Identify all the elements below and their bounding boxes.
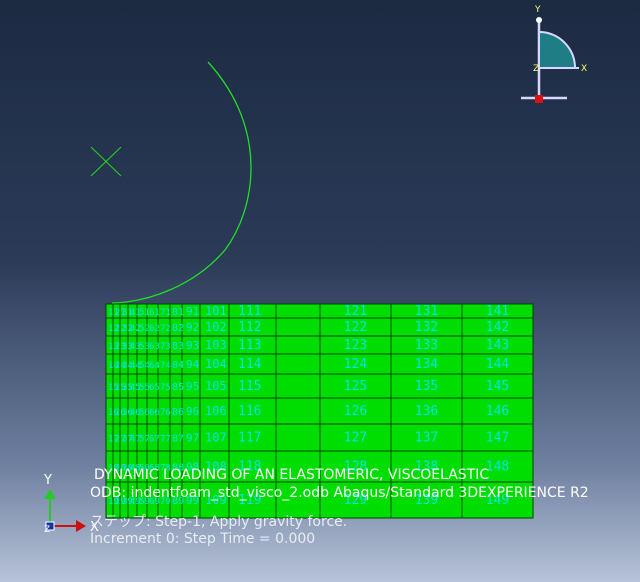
mesh-node-label: 61 xyxy=(149,308,160,318)
mesh-node-label: 74 xyxy=(160,361,171,371)
triad-x-arrow-icon xyxy=(76,520,86,532)
mesh-node-label: 136 xyxy=(415,404,438,419)
odb-info: ODB: indentfoam_std_visco_2.odb Abaqus/S… xyxy=(90,485,589,501)
view-triad-z-label: Z xyxy=(533,64,539,74)
mesh-node-label: 84 xyxy=(172,360,184,371)
view-triad-y-tip xyxy=(536,17,542,23)
mesh-node-label: 91 xyxy=(186,305,199,318)
view-triad-quadrant-icon xyxy=(538,30,577,69)
mesh-node-label: 94 xyxy=(186,358,200,371)
mesh-node-label: 133 xyxy=(415,338,438,353)
mesh-node-label: 121 xyxy=(344,304,367,319)
mesh-node-label: 145 xyxy=(486,379,509,394)
step-info: ステップ: Step-1, Apply gravity force. xyxy=(90,514,348,530)
mesh-node-label: 144 xyxy=(486,357,510,372)
mesh-node-label: 66 xyxy=(149,408,160,418)
mesh-node-label: 112 xyxy=(238,320,261,335)
mesh-node-label: 124 xyxy=(344,357,368,372)
mesh-node-label: 134 xyxy=(415,357,439,372)
mesh-node-label: 92 xyxy=(186,321,199,334)
mesh-node-label: 127 xyxy=(344,431,367,446)
mesh-node-label: 105 xyxy=(205,379,227,393)
indenter-arc xyxy=(111,61,252,304)
mesh-node-label: 76 xyxy=(160,408,171,418)
mesh-node-label: 142 xyxy=(486,320,509,335)
mesh-node-label: 86 xyxy=(172,407,184,418)
mesh-node-label: 141 xyxy=(486,304,509,319)
mesh-node-label: 125 xyxy=(344,379,367,394)
mesh-node-label: 96 xyxy=(186,405,199,418)
mesh-node-label: 106 xyxy=(205,404,227,418)
mesh-node-label: 114 xyxy=(238,357,262,372)
mesh-node-label: 146 xyxy=(486,404,509,419)
mesh-node-label: 63 xyxy=(149,342,160,352)
view-triad-origin-icon xyxy=(535,95,543,103)
mesh-node-label: 77 xyxy=(160,435,171,445)
mesh-node-label: 75 xyxy=(160,383,171,393)
mesh-node-label: 135 xyxy=(415,379,438,394)
triad-y-label: Y xyxy=(43,473,52,488)
mesh-node-label: 137 xyxy=(415,431,438,446)
increment-info: Increment 0: Step Time = 0.000 xyxy=(90,531,316,547)
mesh-node-label: 82 xyxy=(172,323,184,334)
view-triad-x-label: X xyxy=(581,64,587,74)
view-orientation-triad[interactable]: Y X Z xyxy=(521,5,587,103)
mesh-node-label: 104 xyxy=(205,357,227,371)
mesh-node-label: 116 xyxy=(238,404,261,419)
mesh-node-label: 87 xyxy=(172,434,184,445)
mesh-node-label: 81 xyxy=(172,307,184,318)
mesh-node-label: 131 xyxy=(415,304,438,319)
mesh-node-label: 62 xyxy=(149,324,160,334)
mesh-node-label: 95 xyxy=(186,380,199,393)
triad-z-label: Z xyxy=(44,525,50,535)
mesh-node-label: 115 xyxy=(238,379,261,394)
model-title: DYNAMIC LOADING OF AN ELASTOMERIC, VISCO… xyxy=(94,467,490,483)
mesh-node-label: 113 xyxy=(238,338,261,353)
mesh-node-label: 72 xyxy=(160,324,171,334)
mesh-node-label: 103 xyxy=(205,338,227,352)
mesh-node-label: 107 xyxy=(205,431,227,445)
mesh-node-label: 143 xyxy=(486,338,509,353)
mesh-node-label: 123 xyxy=(344,338,367,353)
mesh-node-label: 65 xyxy=(149,383,160,393)
mesh-node-label: 67 xyxy=(149,435,160,445)
mesh-node-label: 102 xyxy=(205,320,227,334)
mesh-node-label: 85 xyxy=(172,382,184,393)
mesh-node-label: 122 xyxy=(344,320,367,335)
mesh-node-label: 83 xyxy=(172,341,184,352)
mesh-node-label: 73 xyxy=(160,342,171,352)
mesh-node-label: 148 xyxy=(486,460,509,475)
triad-y-arrow-icon xyxy=(44,489,56,499)
mesh-node-label: 132 xyxy=(415,320,438,335)
mesh-node-label: 93 xyxy=(186,339,199,352)
mesh-node-label: 97 xyxy=(186,432,199,445)
reference-point-marker xyxy=(90,146,122,177)
mesh-node-label: 101 xyxy=(205,304,227,318)
mesh-node-label: 71 xyxy=(160,308,171,318)
mesh-node-label: 64 xyxy=(149,361,160,371)
mesh-node-label: 111 xyxy=(238,304,261,319)
mesh-node-label: 117 xyxy=(238,431,261,446)
mesh-node-label: 147 xyxy=(486,431,509,446)
view-triad-y-label: Y xyxy=(534,5,541,15)
mesh-node-label: 126 xyxy=(344,404,367,419)
